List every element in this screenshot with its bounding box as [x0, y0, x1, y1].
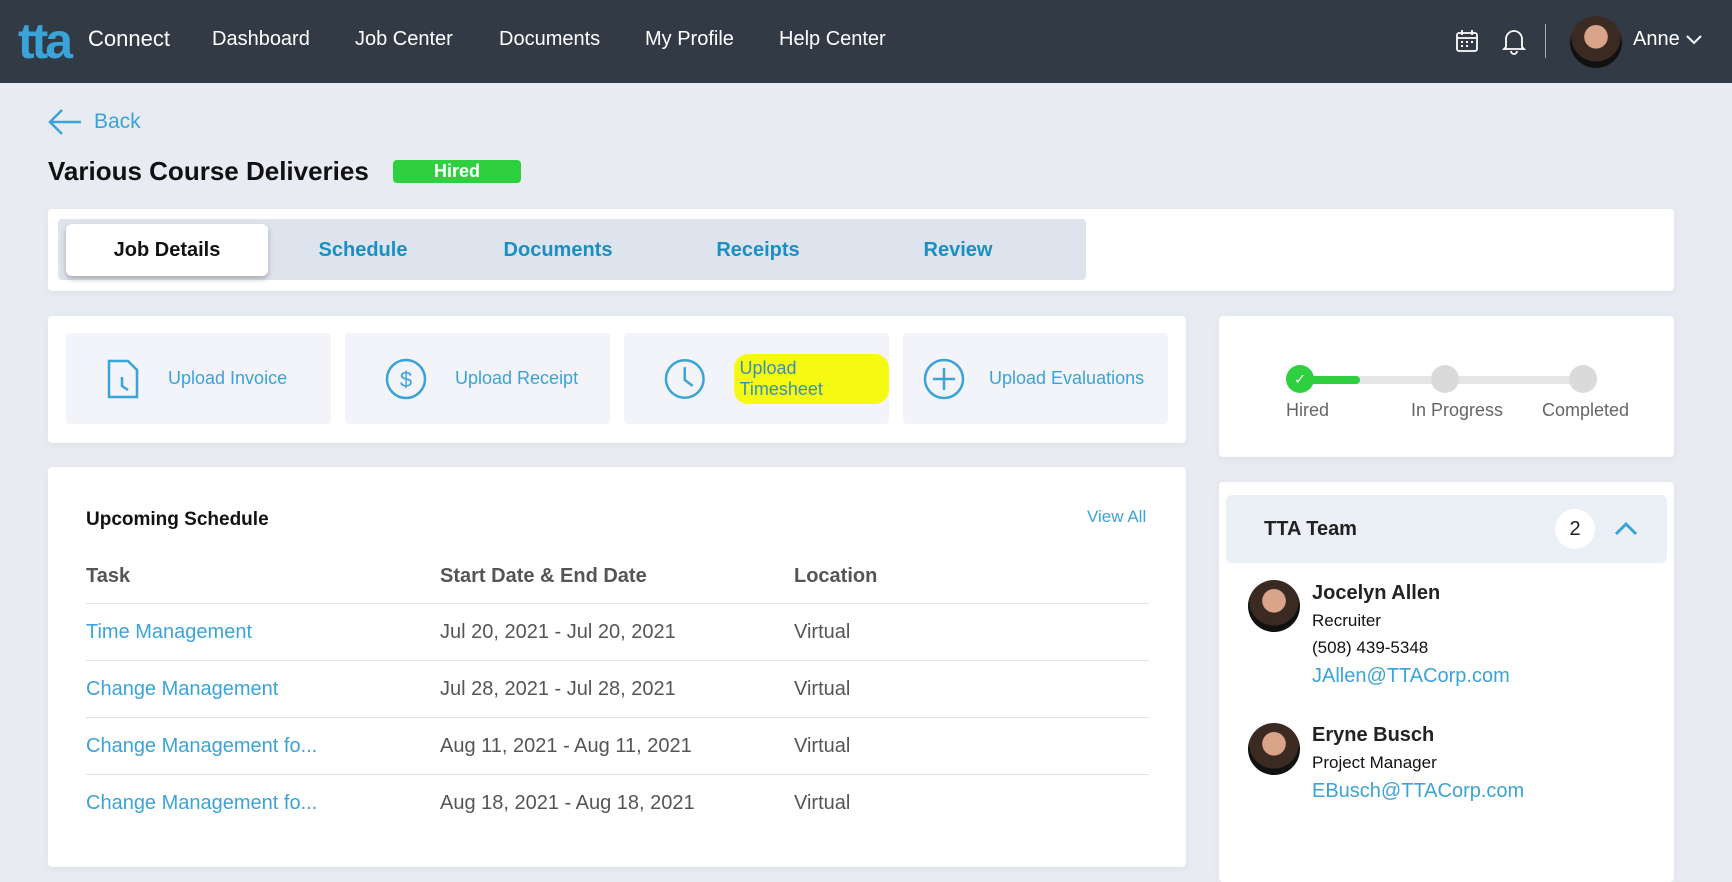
step-label-in-progress: In Progress — [1411, 400, 1504, 420]
cell-location: Virtual — [794, 621, 851, 643]
member-name: Jocelyn Allen — [1312, 582, 1441, 604]
member-email-link[interactable]: JAllen@TTACorp.com — [1312, 663, 1510, 690]
nav-help-center[interactable]: Help Center — [779, 28, 886, 51]
tab-group: Job Details Schedule Documents Receipts … — [58, 219, 1086, 280]
top-navbar: tta Connect Dashboard Job Center Documen… — [0, 0, 1732, 83]
member-avatar — [1248, 580, 1300, 632]
member-role: Project Manager — [1312, 753, 1437, 772]
step-label-hired: Hired — [1286, 400, 1330, 420]
tab-review[interactable]: Review — [858, 224, 1058, 276]
schedule-title: Upcoming Schedule — [86, 509, 269, 530]
table-row: Change Management fo... Aug 11, 2021 - Au… — [86, 717, 1149, 774]
tab-receipts[interactable]: Receipts — [658, 224, 858, 276]
calendar-icon[interactable] — [1455, 29, 1479, 53]
tab-job-details[interactable]: Job Details — [66, 224, 268, 276]
column-header-task: Task — [86, 565, 131, 587]
nav-documents[interactable]: Documents — [499, 28, 600, 51]
cell-task[interactable]: Time Management — [86, 621, 252, 644]
tab-documents[interactable]: Documents — [458, 224, 658, 276]
column-header-location: Location — [794, 565, 878, 587]
cell-dates: Jul 28, 2021 - Jul 28, 2021 — [440, 678, 676, 700]
chevron-up-icon[interactable] — [1614, 522, 1638, 536]
nav-divider — [1545, 24, 1546, 58]
column-header-dates: Start Date & End Date — [440, 565, 647, 587]
member-name: Eryne Busch — [1312, 724, 1435, 746]
chevron-down-icon[interactable] — [1686, 35, 1702, 45]
document-clock-icon — [107, 359, 139, 398]
cell-dates: Aug 11, 2021 - Aug 11, 2021 — [440, 735, 692, 757]
upload-invoice-button[interactable]: Upload Invoice — [66, 333, 331, 424]
table-row: Time Management Jul 20, 2021 - Jul 20, 20… — [86, 603, 1149, 660]
step-in-progress-dot — [1431, 365, 1459, 393]
member-role: Recruiter — [1312, 611, 1381, 630]
view-all-link[interactable]: View All — [1087, 507, 1146, 527]
nav-job-center[interactable]: Job Center — [355, 28, 453, 51]
upload-receipt-label: Upload Receipt — [455, 368, 579, 388]
bell-icon[interactable] — [1502, 27, 1526, 55]
cell-task[interactable]: Change Management fo... — [86, 792, 317, 815]
clock-icon — [664, 358, 705, 399]
member-email-link[interactable]: EBusch@TTACorp.com — [1312, 778, 1524, 805]
step-hired-check-icon: ✓ — [1286, 365, 1314, 393]
team-member: Eryne Busch Project Manager EBusch@TTACo… — [1312, 722, 1524, 805]
team-member: Jocelyn Allen Recruiter (508) 439-5348 J… — [1312, 580, 1510, 690]
cell-task[interactable]: Change Management fo... — [86, 735, 317, 758]
back-label: Back — [94, 110, 141, 133]
logo-text: Connect — [88, 26, 170, 51]
plus-circle-icon — [923, 358, 965, 399]
team-title: TTA Team — [1264, 518, 1357, 540]
user-avatar[interactable] — [1570, 16, 1622, 68]
step-label-completed: Completed — [1542, 400, 1630, 420]
cell-location: Virtual — [794, 678, 851, 700]
upload-timesheet-label: Upload Timesheet — [733, 353, 889, 404]
step-completed-dot — [1569, 365, 1597, 393]
table-row: Change Management Jul 28, 2021 - Jul 28, … — [86, 660, 1149, 717]
cell-task[interactable]: Change Management — [86, 678, 278, 701]
member-avatar — [1248, 723, 1300, 775]
upload-invoice-label: Upload Invoice — [168, 368, 288, 388]
page-title: Various Course Deliveries — [48, 156, 369, 186]
cell-location: Virtual — [794, 792, 851, 814]
nav-my-profile[interactable]: My Profile — [645, 28, 734, 51]
member-phone: (508) 439-5348 — [1312, 638, 1429, 657]
team-header[interactable]: TTA Team 2 — [1226, 495, 1667, 563]
dollar-circle-icon: $ — [385, 358, 427, 399]
status-badge: Hired — [393, 160, 521, 183]
svg-text:$: $ — [400, 367, 412, 392]
cell-dates: Aug 18, 2021 - Aug 18, 2021 — [440, 792, 695, 814]
upload-timesheet-button[interactable]: Upload Timesheet — [624, 333, 889, 424]
cell-location: Virtual — [794, 735, 851, 757]
logo-mark: tta — [18, 13, 73, 69]
cell-dates: Jul 20, 2021 - Jul 20, 2021 — [440, 621, 676, 643]
arrow-left-icon — [48, 109, 81, 135]
upload-receipt-button[interactable]: $ Upload Receipt — [345, 333, 610, 424]
upload-evaluations-button[interactable]: Upload Evaluations — [903, 333, 1168, 424]
user-menu[interactable]: Anne — [1633, 28, 1680, 51]
nav-dashboard[interactable]: Dashboard — [212, 28, 310, 51]
back-link[interactable]: Back — [48, 108, 141, 136]
team-count-badge: 2 — [1555, 509, 1595, 549]
tab-schedule[interactable]: Schedule — [268, 224, 458, 276]
upload-evaluations-label: Upload Evaluations — [989, 368, 1145, 388]
tta-connect-logo[interactable]: tta Connect — [18, 12, 178, 72]
table-row: Change Management fo... Aug 18, 2021 - Au… — [86, 774, 1149, 831]
